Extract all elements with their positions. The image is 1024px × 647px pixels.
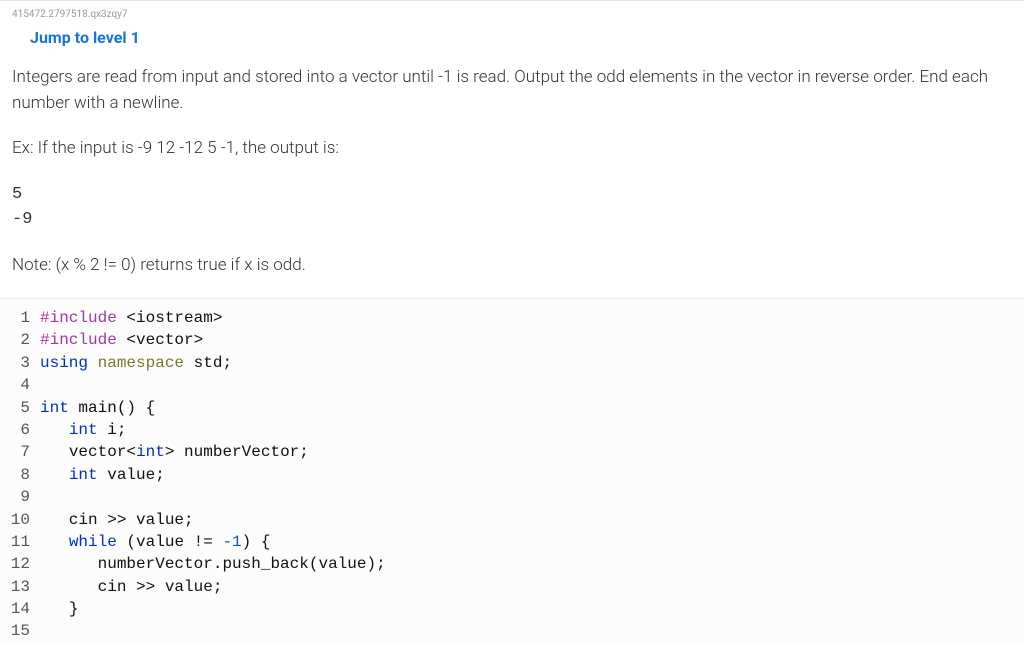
code-line: 3using namespace std; — [0, 352, 1024, 374]
line-number: 15 — [0, 620, 40, 642]
line-number: 12 — [0, 553, 40, 575]
line-number: 6 — [0, 419, 40, 441]
line-number: 10 — [0, 509, 40, 531]
code-content: vector<int> numberVector; — [40, 441, 309, 463]
code-line: 10 cin >> value; — [0, 509, 1024, 531]
code-line: 1#include <iostream> — [0, 307, 1024, 329]
code-line: 12 numberVector.push_back(value); — [0, 553, 1024, 575]
line-number: 3 — [0, 352, 40, 374]
code-line: 4 — [0, 374, 1024, 396]
code-line: 5int main() { — [0, 397, 1024, 419]
code-content: #include <iostream> — [40, 307, 222, 329]
line-number: 1 — [0, 307, 40, 329]
code-content: cin >> value; — [40, 576, 222, 598]
code-content: #include <vector> — [40, 329, 203, 351]
code-content: using namespace std; — [40, 352, 232, 374]
code-line: 2#include <vector> — [0, 329, 1024, 351]
code-content: int i; — [40, 419, 126, 441]
code-editor: 1#include <iostream>2#include <vector>3u… — [0, 298, 1024, 643]
code-content: numberVector.push_back(value); — [40, 553, 386, 575]
line-number: 8 — [0, 464, 40, 486]
line-number: 9 — [0, 486, 40, 508]
code-line: 14 } — [0, 598, 1024, 620]
code-content: int value; — [40, 464, 165, 486]
code-line: 7 vector<int> numberVector; — [0, 441, 1024, 463]
line-number: 11 — [0, 531, 40, 553]
line-number: 4 — [0, 374, 40, 396]
code-line: 13 cin >> value; — [0, 576, 1024, 598]
header-id: 415472.2797518.qx3zqy7 — [0, 1, 1024, 24]
code-content: cin >> value; — [40, 509, 194, 531]
code-content: } — [40, 598, 78, 620]
example-prefix: Ex: If the input is -9 12 -12 5 -1, the … — [12, 136, 1012, 162]
line-number: 7 — [0, 441, 40, 463]
code-line: 6 int i; — [0, 419, 1024, 441]
line-number: 13 — [0, 576, 40, 598]
note: Note: (x % 2 != 0) returns true if x is … — [12, 253, 1012, 279]
example-output: 5 -9 — [12, 182, 1012, 233]
problem-statement: Integers are read from input and stored … — [0, 65, 1024, 278]
code-line: 8 int value; — [0, 464, 1024, 486]
jump-to-level-link[interactable]: Jump to level 1 — [0, 24, 1024, 65]
code-content: while (value != -1) { — [40, 531, 270, 553]
description: Integers are read from input and stored … — [12, 65, 1012, 116]
line-number: 5 — [0, 397, 40, 419]
code-line: 11 while (value != -1) { — [0, 531, 1024, 553]
code-content: int main() { — [40, 397, 155, 419]
code-line: 9 — [0, 486, 1024, 508]
code-line: 15 — [0, 620, 1024, 642]
line-number: 2 — [0, 329, 40, 351]
line-number: 14 — [0, 598, 40, 620]
